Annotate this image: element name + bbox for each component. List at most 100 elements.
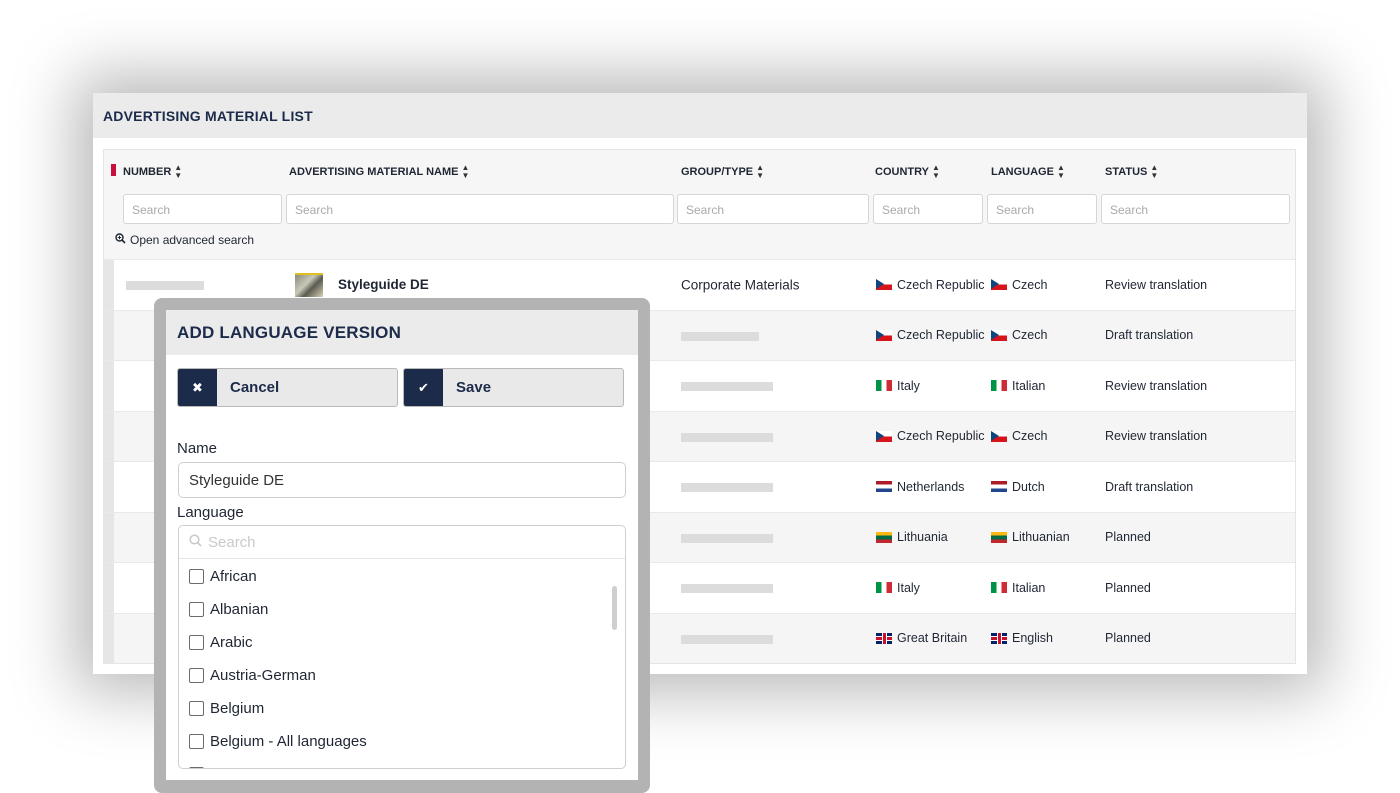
language-label: Lithuanian (1012, 530, 1070, 545)
lithuania-flag-icon (991, 531, 1007, 543)
cancel-label: Cancel (230, 379, 280, 396)
italy-flag-icon (991, 380, 1007, 392)
checkbox[interactable] (189, 734, 204, 749)
column-header-group[interactable]: GROUP/TYPE ▲ ▼ (681, 164, 764, 180)
status-cell: Planned (1105, 580, 1151, 595)
language-select[interactable]: Search African Albanian Arabic Austria-G… (178, 525, 626, 769)
checkbox[interactable] (189, 767, 204, 768)
czech-flag-icon (876, 329, 892, 341)
checkbox[interactable] (189, 635, 204, 650)
sort-icon: ▲ ▼ (174, 163, 183, 180)
language-cell: Czech (991, 429, 1047, 443)
modal-title: ADD LANGUAGE VERSION (177, 322, 402, 342)
group-placeholder (681, 432, 773, 442)
country-search-input[interactable]: Search (873, 194, 983, 224)
uk-flag-icon (876, 632, 892, 644)
checkbox[interactable] (189, 602, 204, 617)
status-cell: Review translation (1105, 429, 1208, 444)
language-cell: Italian (991, 379, 1045, 393)
group-search-input[interactable]: Search (677, 194, 869, 224)
checkbox[interactable] (189, 701, 204, 716)
country-cell: Czech Republic (876, 328, 985, 342)
material-name-cell[interactable]: Styleguide DE (295, 272, 429, 297)
language-option[interactable]: Belgium (179, 692, 625, 725)
language-option-label: Austria-German (210, 667, 316, 684)
row-handle (104, 613, 114, 663)
country-label: Czech Republic (897, 429, 985, 444)
lithuania-flag-icon (876, 531, 892, 543)
group-cell: Corporate Materials (681, 277, 800, 293)
country-cell: Czech Republic (876, 429, 985, 443)
language-label: English (1012, 631, 1053, 646)
cancel-button[interactable]: ✖ Cancel (177, 368, 398, 407)
sort-icon: ▲ ▼ (756, 163, 765, 180)
column-label: LANGUAGE (991, 166, 1054, 178)
language-option[interactable]: Austria-German (179, 659, 625, 692)
country-cell: Czech Republic (876, 278, 985, 292)
language-search-placeholder: Search (208, 533, 256, 551)
language-option[interactable]: African (179, 560, 625, 593)
status-cell: Planned (1105, 530, 1151, 545)
open-advanced-search-link[interactable]: Open advanced search (115, 233, 254, 247)
group-placeholder (681, 483, 773, 492)
column-header-language[interactable]: LANGUAGE ▲ ▼ (991, 164, 1065, 180)
name-search-input[interactable]: Search (286, 194, 674, 224)
language-option-label: African (210, 568, 257, 585)
scrollbar[interactable] (612, 586, 617, 630)
column-header-name[interactable]: ADVERTISING MATERIAL NAME ▲ ▼ (289, 164, 469, 180)
country-cell: Italy (876, 379, 920, 393)
checkbox[interactable] (189, 569, 204, 584)
save-label: Save (456, 379, 492, 396)
status-cell: Draft translation (1105, 479, 1194, 494)
italy-flag-icon (876, 380, 892, 392)
language-label: Czech (1012, 429, 1048, 444)
language-option[interactable]: Albanian (179, 593, 625, 626)
name-input[interactable]: Styleguide DE (178, 462, 626, 498)
column-label: GROUP/TYPE (681, 166, 754, 178)
zoom-search-icon (115, 233, 126, 247)
row-handle (104, 361, 114, 411)
search-icon (189, 533, 202, 551)
number-search-input[interactable]: Search (123, 194, 282, 224)
language-cell: Dutch (991, 480, 1045, 494)
save-button[interactable]: ✔ Save (403, 368, 624, 407)
row-handle (104, 563, 114, 613)
column-label: STATUS (1105, 166, 1148, 178)
add-language-version-dialog: ADD LANGUAGE VERSION ✖ Cancel ✔ Save Nam… (166, 310, 638, 780)
column-label: ADVERTISING MATERIAL NAME (289, 166, 459, 178)
group-placeholder (681, 584, 773, 593)
language-option-label: Albanian (210, 601, 269, 618)
language-option[interactable]: Belgium - All languages (179, 725, 625, 758)
column-header-country[interactable]: COUNTRY ▲ ▼ (875, 164, 940, 180)
country-label: Czech Republic (897, 277, 985, 292)
close-icon: ✖ (178, 369, 217, 406)
netherlands-flag-icon (876, 481, 892, 493)
czech-flag-icon (991, 279, 1007, 291)
checkbox[interactable] (189, 668, 204, 683)
italy-flag-icon (991, 582, 1007, 594)
status-cell: Planned (1105, 631, 1151, 646)
selection-marker (111, 164, 116, 176)
language-option[interactable]: Arabic (179, 626, 625, 659)
group-placeholder (681, 331, 759, 341)
row-handle (104, 411, 114, 461)
column-header-status[interactable]: STATUS ▲ ▼ (1105, 164, 1158, 180)
czech-flag-icon (991, 329, 1007, 341)
column-header-number[interactable]: NUMBER ▲ ▼ (123, 164, 182, 180)
status-search-input[interactable]: Search (1101, 194, 1290, 224)
language-label: Czech (1012, 328, 1048, 343)
panel-title: ADVERTISING MATERIAL LIST (103, 107, 313, 124)
row-handle (104, 462, 114, 512)
material-name: Styleguide DE (338, 277, 429, 293)
language-search-input[interactable]: Search (987, 194, 1097, 224)
sort-icon: ▲ ▼ (461, 163, 470, 180)
sort-icon: ▲ ▼ (1150, 163, 1159, 180)
group-placeholder (681, 533, 773, 543)
row-handle (104, 260, 114, 310)
language-search-input[interactable]: Search (179, 526, 625, 559)
language-cell: Italian (991, 581, 1045, 595)
row-handle (104, 512, 114, 562)
country-label: Great Britain (897, 631, 968, 646)
language-label: Czech (1012, 277, 1048, 292)
language-option[interactable] (179, 758, 625, 768)
